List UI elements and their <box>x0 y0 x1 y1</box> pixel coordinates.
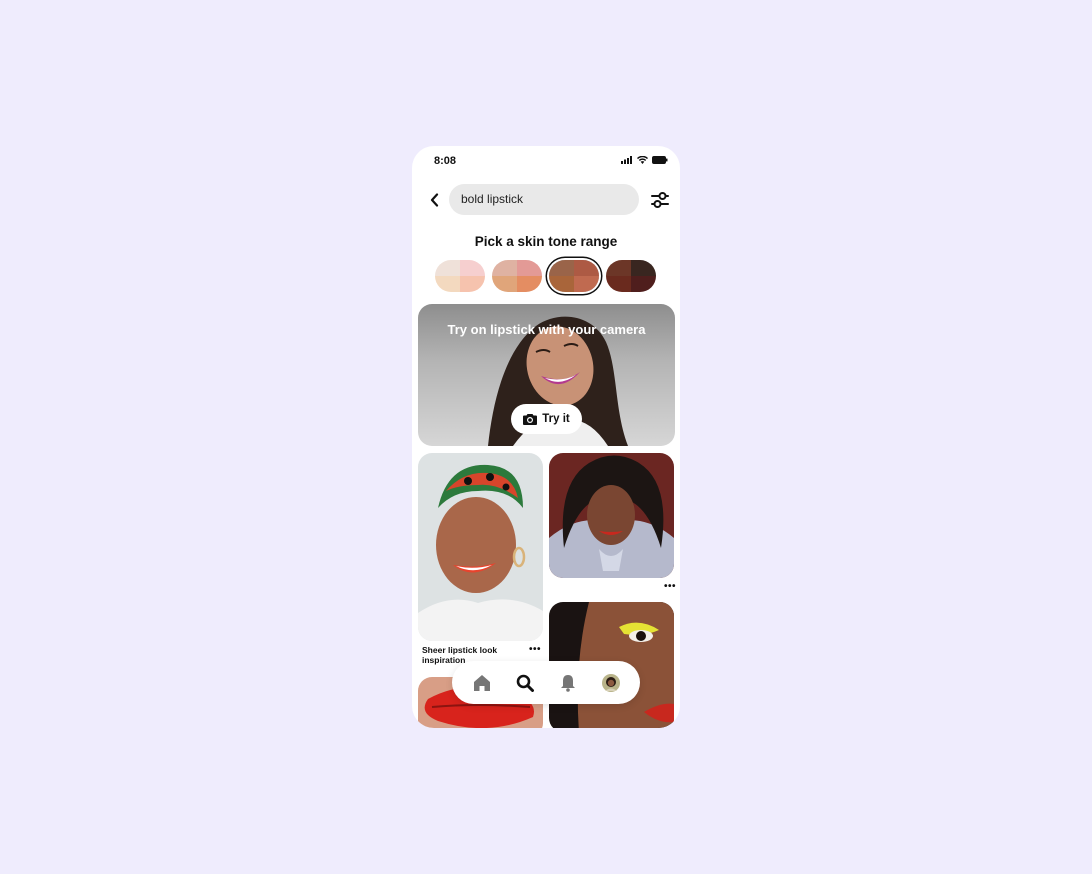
swatch-color-cell <box>574 260 599 276</box>
skin-tone-title: Pick a skin tone range <box>474 234 618 249</box>
home-icon <box>473 674 490 691</box>
nav-search[interactable] <box>512 670 538 696</box>
wifi-icon <box>637 156 648 164</box>
swatch-color-cell <box>549 276 574 292</box>
try-on-banner[interactable]: Try on lipstick with your camera Try it <box>418 304 675 446</box>
search-row: bold lipstick <box>412 184 680 216</box>
swatch-color-cell <box>517 260 542 276</box>
bottom-nav <box>452 661 640 704</box>
camera-icon <box>523 414 538 425</box>
search-input[interactable]: bold lipstick <box>449 184 639 215</box>
swatch-color-cell <box>492 260 517 276</box>
skin-tone-swatch-light[interactable] <box>435 260 485 292</box>
swatch-color-cell <box>631 276 656 292</box>
swatch-color-cell <box>631 260 656 276</box>
phone-screen: 8:08 bold lipstick Pick a skin tone rang… <box>412 146 680 728</box>
banner-title: Try on lipstick with your camera <box>447 322 646 337</box>
pin-image <box>418 464 543 641</box>
chevron-left-icon <box>430 193 438 207</box>
swatch-color-cell <box>435 276 460 292</box>
more-options-button[interactable]: ••• <box>529 645 541 655</box>
swatch-color-cell <box>435 260 460 276</box>
back-button[interactable] <box>426 191 442 209</box>
search-icon <box>516 674 534 692</box>
swatch-color-cell <box>517 276 542 292</box>
signal-icon <box>621 156 632 164</box>
pin-card[interactable] <box>418 453 543 641</box>
swatch-color-cell <box>606 276 631 292</box>
nav-profile[interactable] <box>598 670 624 696</box>
pin-image <box>549 455 674 578</box>
nav-notifications[interactable] <box>555 670 581 696</box>
swatch-color-cell <box>460 276 485 292</box>
nav-home[interactable] <box>469 670 495 696</box>
filter-button[interactable] <box>650 190 670 210</box>
swatch-color-cell <box>492 276 517 292</box>
skin-tone-swatch-deep[interactable] <box>606 260 656 292</box>
skin-tone-swatches <box>435 260 656 292</box>
skin-tone-swatch-medium-dark[interactable] <box>549 260 599 292</box>
bell-icon <box>560 674 575 692</box>
sliders-icon <box>651 192 669 208</box>
more-options-button[interactable]: ••• <box>664 582 676 592</box>
skin-tone-swatch-medium-light[interactable] <box>492 260 542 292</box>
battery-icon <box>652 156 668 164</box>
swatch-color-cell <box>460 260 485 276</box>
try-it-button[interactable]: Try it <box>511 404 582 434</box>
pin-card[interactable] <box>549 453 674 578</box>
swatch-color-cell <box>574 276 599 292</box>
avatar <box>601 673 620 692</box>
status-time: 8:08 <box>434 155 457 167</box>
status-icons <box>621 156 668 164</box>
try-it-label: Try it <box>542 413 570 425</box>
status-bar: 8:08 <box>412 146 680 178</box>
swatch-color-cell <box>606 260 631 276</box>
swatch-color-cell <box>549 260 574 276</box>
